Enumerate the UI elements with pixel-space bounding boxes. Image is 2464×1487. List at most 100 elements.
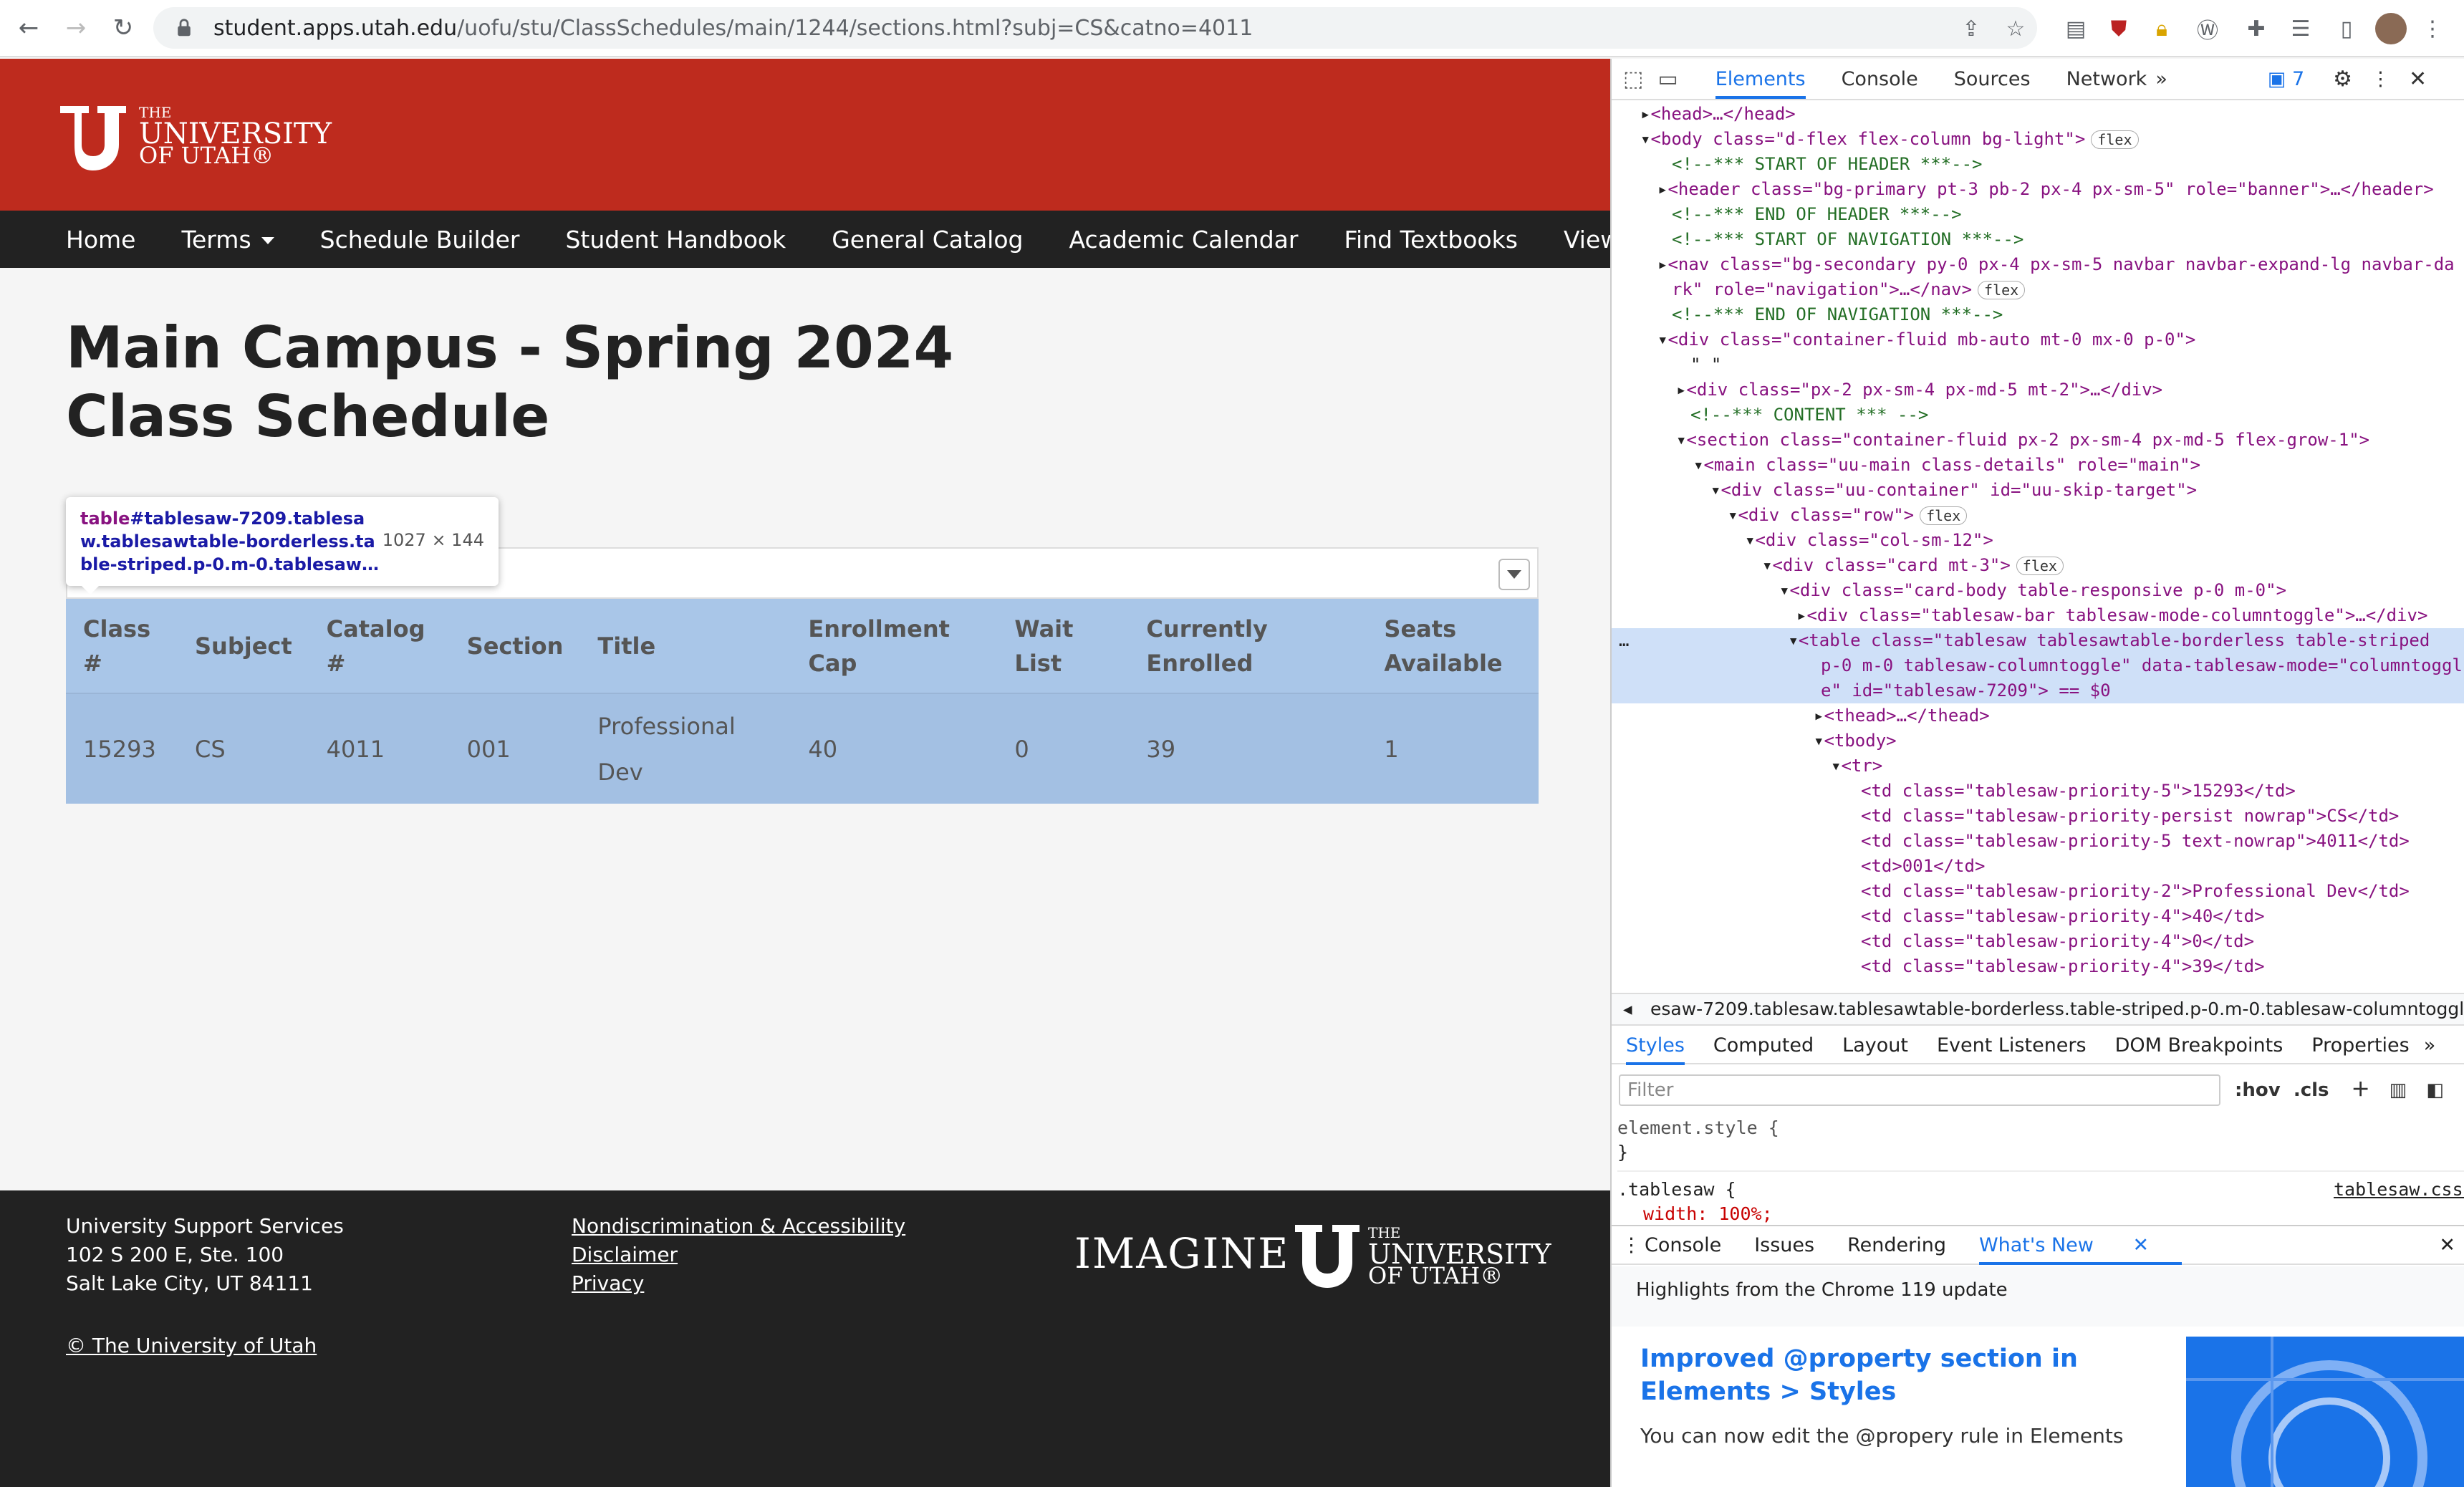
nav-academic-calendar[interactable]: Academic Calendar [1069,226,1299,254]
dom-text-node[interactable]: " " [1612,352,2464,377]
extension-shield-icon[interactable]: ⛊ [2103,13,2135,44]
dom-comment[interactable]: <!--*** START OF HEADER ***--> [1612,152,2464,177]
dom-comment[interactable]: <!--*** CONTENT *** --> [1612,403,2464,428]
col-currently-enrolled[interactable]: Currently Enrolled [1129,599,1367,694]
nav-terms[interactable]: Terms [181,226,274,254]
imagine-logo[interactable]: IMAGINE THE UNIVERSITY OF UTAH® [1074,1222,1551,1294]
dom-node[interactable]: ▾<div class="card-body table-responsive … [1612,578,2464,603]
dom-node[interactable]: <td class="tablesaw-priority-5 text-nowr… [1612,829,2464,854]
subtab-event-listeners[interactable]: Event Listeners [1937,1034,2087,1057]
whats-new-headline[interactable]: Improved @property section in Elements >… [1640,1342,2084,1408]
col-catalog-number[interactable]: Catalog # [309,599,450,694]
dom-node[interactable]: ▾<div class="uu-container" id="uu-skip-t… [1612,478,2464,503]
drawer-tab-console[interactable]: Console [1645,1234,1721,1256]
media-queue-icon[interactable]: ☰ [2285,13,2316,44]
flex-badge[interactable]: flex [1920,506,1968,525]
add-rule-icon[interactable]: ＋ [2352,1079,2370,1101]
copyright-link[interactable]: © The University of Utah [66,1334,317,1357]
dom-node[interactable]: ▾<body class="d-flex flex-column bg-ligh… [1612,127,2464,152]
drawer-tab-rendering[interactable]: Rendering [1847,1234,1946,1256]
drawer-menu-icon[interactable]: ⋮ [1622,1234,1641,1256]
column-toggle-button[interactable] [1498,559,1530,590]
tab-elements[interactable]: Elements [1715,68,1806,99]
dom-node-cont[interactable]: rk" role="navigation">…</nav> flex [1612,277,2464,302]
col-class-number[interactable]: Class # [66,599,178,694]
tab-network[interactable]: Network [2066,68,2147,90]
hov-cls-toggles[interactable]: :hov .cls [2235,1079,2329,1101]
dom-node[interactable]: ▸<header class="bg-primary pt-3 pb-2 px-… [1612,177,2464,202]
nav-home[interactable]: Home [66,226,135,254]
subtab-layout[interactable]: Layout [1842,1034,1908,1057]
rule-tablesaw[interactable]: .tablesaw { tablesaw.css:5 [1617,1178,2464,1202]
styles-filter-input[interactable]: Filter [1619,1074,2220,1106]
dom-node[interactable]: ▸<nav class="bg-secondary py-0 px-4 px-s… [1612,252,2464,277]
dom-node[interactable]: <td>001</td> [1612,854,2464,879]
dom-node-selected-cont[interactable]: e" id="tablesaw-7209"> == $0 [1612,678,2464,703]
dom-node-selected[interactable]: … ▾<table class="tablesaw tablesawtable-b… [1612,628,2464,653]
dom-node[interactable]: <td class="tablesaw-priority-4">0</td> [1612,929,2464,954]
back-icon[interactable]: ← [10,9,47,47]
address-bar[interactable]: student.apps.utah.edu/uofu/stu/ClassSche… [153,7,2037,49]
flex-badge[interactable]: flex [1978,281,2026,299]
extensions-puzzle-icon[interactable]: ✚ [2241,13,2272,44]
dom-node[interactable]: ▾<section class="container-fluid px-2 px… [1612,428,2464,453]
settings-gear-icon[interactable]: ⚙ [2333,67,2352,92]
whats-new-card[interactable]: Improved @property section in Elements >… [1612,1327,2464,1487]
side-panel-icon[interactable]: ▯ [2331,13,2362,44]
bookmark-star-icon[interactable]: ☆ [2000,13,2031,44]
dom-node[interactable]: ▾<div class="row"> flex [1612,503,2464,528]
dom-node[interactable]: ▾<div class="container-fluid mb-auto mt-… [1612,327,2464,352]
flex-badge[interactable]: flex [2091,130,2139,149]
menu-kebab-icon[interactable]: ⋮ [2417,13,2448,44]
subtab-dom-breakpoints[interactable]: DOM Breakpoints [2115,1034,2283,1057]
col-title[interactable]: Title [580,599,791,694]
element-style-selector[interactable]: element.style { [1617,1116,2464,1140]
devtools-menu-icon[interactable]: ⋮ [2371,68,2390,90]
device-toolbar-icon[interactable]: ▭ [1657,67,1678,92]
dom-node[interactable]: ▸<thead>…</thead> [1612,703,2464,728]
dom-node[interactable]: ▸<div class="px-2 px-sm-4 px-md-5 mt-2">… [1612,377,2464,403]
drawer-tab-whats-new[interactable]: What's New ✕ [1978,1234,2183,1265]
dom-node[interactable]: ▸<div class="tablesaw-bar tablesaw-mode-… [1612,603,2464,628]
flex-badge[interactable]: flex [2016,557,2064,575]
close-devtools-icon[interactable]: ✕ [2409,67,2427,92]
inspect-element-icon[interactable]: ⬚ [1623,67,1643,92]
breadcrumb-left-icon[interactable]: ◂ [1623,994,1632,1024]
nav-student-handbook[interactable]: Student Handbook [565,226,786,254]
dom-node[interactable]: ▾<tr> [1612,754,2464,779]
extension-w-icon[interactable]: Ⓦ [2192,13,2223,44]
dom-node-selected-cont[interactable]: p-0 m-0 tablesaw-columntoggle" data-tabl… [1612,653,2464,678]
col-section[interactable]: Section [449,599,581,694]
subtab-properties[interactable]: Properties [2311,1034,2409,1057]
dom-node[interactable]: <td class="tablesaw-priority-2">Professi… [1612,879,2464,904]
tab-console[interactable]: Console [1842,68,1918,90]
dom-node[interactable]: ▾<div class="card mt-3"> flex [1612,553,2464,578]
dom-node[interactable]: ▾<tbody> [1612,728,2464,754]
dom-comment[interactable]: <!--*** END OF NAVIGATION ***--> [1612,302,2464,327]
dom-node[interactable]: <td class="tablesaw-priority-5">15293</t… [1612,779,2464,804]
reader-icon[interactable]: ▤ [2060,13,2092,44]
drawer-tab-issues[interactable]: Issues [1754,1234,1814,1256]
more-tabs-icon[interactable]: » [2155,68,2167,90]
nav-view-course[interactable]: View Course F [1564,226,1610,254]
rule-property[interactable]: width: 100%; [1617,1202,2464,1226]
col-enrollment-cap[interactable]: Enrollment Cap [791,599,998,694]
dom-node[interactable]: <td class="tablesaw-priority-persist now… [1612,804,2464,829]
forward-icon[interactable]: → [57,9,95,47]
extension-lock-icon[interactable]: 🔒︎ [2146,13,2177,44]
dom-comment[interactable]: <!--*** START OF NAVIGATION ***--> [1612,227,2464,252]
share-icon[interactable]: ⇪ [1955,13,1987,44]
link-privacy[interactable]: Privacy [572,1269,905,1298]
nav-general-catalog[interactable]: General Catalog [832,226,1023,254]
nav-find-textbooks[interactable]: Find Textbooks [1344,226,1517,254]
cell-title[interactable]: Professional Dev [580,693,791,804]
sidebar-toggle-icon[interactable]: ◧ [2426,1079,2444,1101]
col-seats-available[interactable]: Seats Available [1367,599,1539,694]
more-subtabs-icon[interactable]: » [2424,1034,2436,1057]
subtab-computed[interactable]: Computed [1713,1034,1814,1057]
dom-node[interactable]: ▸<head>…</head> [1612,102,2464,127]
col-wait-list[interactable]: Wait List [997,599,1130,694]
nav-schedule-builder[interactable]: Schedule Builder [320,226,520,254]
reload-icon[interactable]: ↻ [105,9,142,47]
tab-sources[interactable]: Sources [1954,68,2031,90]
